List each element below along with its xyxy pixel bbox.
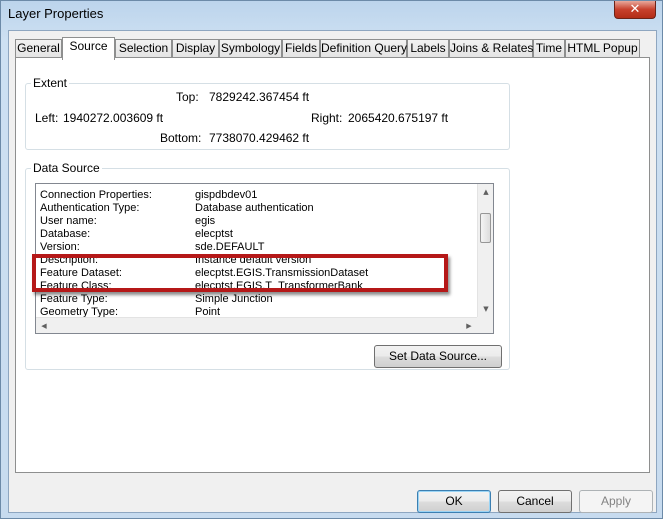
list-item: Authentication Type: Database authenticat…	[40, 202, 480, 215]
property-value: Simple Junction	[195, 293, 273, 305]
scroll-down-icon[interactable]: ▼	[478, 301, 493, 317]
extent-bottom-value: 7738070.429462 ft	[209, 131, 310, 145]
apply-button[interactable]: Apply	[579, 490, 653, 513]
data-source-group: Data Source Connection Properties: gispdb…	[25, 161, 510, 370]
property-value: sde.DEFAULT	[195, 241, 265, 253]
extent-right-label: Right:	[311, 111, 343, 125]
extent-top-label: Top:	[176, 90, 199, 104]
extent-left-label: Left:	[35, 111, 59, 125]
source-tab-panel: Extent Top: 7829242.367454 ft Left: 1940…	[15, 57, 650, 473]
property-value: egis	[195, 215, 216, 227]
tab-display[interactable]: Display	[172, 39, 219, 58]
property-name: Feature Type:	[40, 293, 108, 305]
extent-right-value: 2065420.675197 ft	[348, 111, 449, 125]
tab-html-popup[interactable]: HTML Popup	[565, 39, 640, 58]
list-item: Description: Instance default version	[40, 254, 480, 267]
window-title: Layer Properties	[8, 6, 104, 21]
tab-general[interactable]: General	[15, 39, 62, 58]
title-bar[interactable]: Layer Properties ✕	[1, 1, 662, 27]
property-name: Feature Class:	[40, 280, 112, 292]
scroll-up-icon[interactable]: ▲	[478, 184, 493, 200]
dialog-client-area: General Source Selection Display Symbolo…	[8, 30, 657, 513]
list-item: Feature Class: elecptst.EGIS.T_Transforme…	[40, 280, 480, 293]
vertical-scrollbar[interactable]: ▲ ▼	[477, 184, 493, 317]
tab-time[interactable]: Time	[533, 39, 565, 58]
list-item: Database: elecptst	[40, 228, 480, 241]
list-item: Version: sde.DEFAULT	[40, 241, 480, 254]
cancel-button[interactable]: Cancel	[498, 490, 572, 513]
vertical-scroll-thumb[interactable]	[480, 213, 491, 243]
tab-definition-query[interactable]: Definition Query	[320, 39, 407, 58]
set-data-source-button[interactable]: Set Data Source...	[374, 345, 502, 368]
property-value: elecptst.EGIS.TransmissionDataset	[195, 267, 369, 279]
property-name: Description:	[40, 254, 99, 266]
tab-labels[interactable]: Labels	[407, 39, 449, 58]
list-item: Feature Dataset: elecptst.EGIS.Transmissi…	[40, 267, 480, 280]
list-item: Connection Properties: gispdbdev01	[40, 189, 480, 202]
extent-group: Extent Top: 7829242.367454 ft Left: 1940…	[25, 76, 510, 150]
data-source-properties-list[interactable]: Connection Properties: gispdbdev01 Authen…	[35, 183, 494, 334]
tab-fields[interactable]: Fields	[282, 39, 320, 58]
property-name: Version:	[40, 241, 80, 253]
close-button[interactable]: ✕	[614, 1, 656, 19]
extent-bottom-label: Bottom:	[160, 131, 202, 145]
list-item: Feature Type: Simple Junction	[40, 293, 480, 306]
tab-source[interactable]: Source	[62, 37, 115, 60]
property-value: elecptst.EGIS.T_TransformerBank	[195, 280, 363, 292]
horizontal-scrollbar[interactable]: ◀ ▶	[36, 317, 477, 333]
tab-symbology[interactable]: Symbology	[219, 39, 282, 58]
tab-selection[interactable]: Selection	[115, 39, 172, 58]
tab-joins-relates[interactable]: Joins & Relates	[449, 39, 533, 58]
property-value: Database authentication	[195, 202, 314, 214]
property-name: User name:	[40, 215, 97, 227]
scroll-right-icon[interactable]: ▶	[461, 318, 477, 333]
property-name: Connection Properties:	[40, 189, 152, 201]
extent-group-title: Extent	[31, 76, 70, 90]
extent-top-value: 7829242.367454 ft	[209, 90, 310, 104]
property-name: Database:	[40, 228, 91, 240]
property-value: Instance default version	[195, 254, 312, 266]
property-name: Feature Dataset:	[40, 267, 122, 279]
layer-properties-window: Layer Properties ✕ General Source Select…	[0, 0, 663, 519]
close-icon: ✕	[629, 2, 641, 17]
property-value: elecptst	[195, 228, 233, 240]
scroll-corner	[477, 317, 493, 333]
scroll-left-icon[interactable]: ◀	[36, 318, 52, 333]
ok-button[interactable]: OK	[417, 490, 491, 513]
property-value: gispdbdev01	[195, 189, 258, 201]
property-name: Authentication Type:	[40, 202, 140, 214]
list-item: User name: egis	[40, 215, 480, 228]
data-source-group-title: Data Source	[31, 161, 102, 175]
extent-left-value: 1940272.003609 ft	[63, 111, 164, 125]
